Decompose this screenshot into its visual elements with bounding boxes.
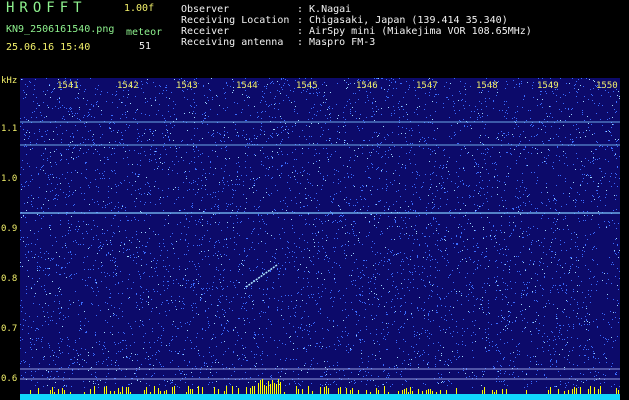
spectrogram-canvas xyxy=(20,78,620,400)
y-tick-label: 1.1 xyxy=(1,124,18,134)
info-label-location: Receiving Location xyxy=(181,15,290,26)
x-tick-label: 1549 xyxy=(537,81,559,91)
x-tick-label: 1544 xyxy=(236,81,258,91)
spectrogram-plot xyxy=(20,78,620,400)
x-tick-label: 1547 xyxy=(416,81,438,91)
info-label-observer: Observer xyxy=(181,4,230,15)
plot-right-border xyxy=(620,74,629,400)
info-value-observer: : K.Nagai xyxy=(297,4,352,15)
y-tick-label: 0.6 xyxy=(1,374,18,384)
x-tick-label: 1545 xyxy=(296,81,318,91)
spectrum-baseline xyxy=(20,394,620,400)
meteor-label: meteor xyxy=(126,27,163,38)
y-tick-label: 0.7 xyxy=(1,324,18,334)
x-tick-label: 1542 xyxy=(117,81,139,91)
x-tick-label: 1541 xyxy=(57,81,79,91)
y-axis-unit: kHz xyxy=(1,76,18,86)
y-tick-label: 0.8 xyxy=(1,274,18,284)
info-value-location: : Chigasaki, Japan (139.414 35.340) xyxy=(297,15,508,26)
x-tick-label: 1550 xyxy=(596,81,618,91)
info-label-antenna: Receiving antenna xyxy=(181,37,284,48)
x-tick-label: 1543 xyxy=(176,81,198,91)
header-panel: HROFFT 1.00f KN9_2506161540.png 25.06.16… xyxy=(0,0,629,74)
y-tick-label: 0.9 xyxy=(1,224,18,234)
meteor-count: 51 xyxy=(139,41,152,52)
info-value-receiver: : AirSpy mini (Miakejima VOR 108.65MHz) xyxy=(297,26,532,37)
x-tick-label: 1548 xyxy=(476,81,498,91)
app-version: 1.00f xyxy=(124,3,155,14)
date-time: 25.06.16 15:40 xyxy=(6,42,91,53)
app-title: HROFFT xyxy=(6,0,87,16)
info-value-antenna: : Maspro FM-3 xyxy=(297,37,376,48)
x-tick-label: 1546 xyxy=(356,81,378,91)
file-name: KN9_2506161540.png xyxy=(6,24,115,35)
info-label-receiver: Receiver xyxy=(181,26,230,37)
plot-background xyxy=(20,78,620,400)
y-tick-label: 1.0 xyxy=(1,174,18,184)
